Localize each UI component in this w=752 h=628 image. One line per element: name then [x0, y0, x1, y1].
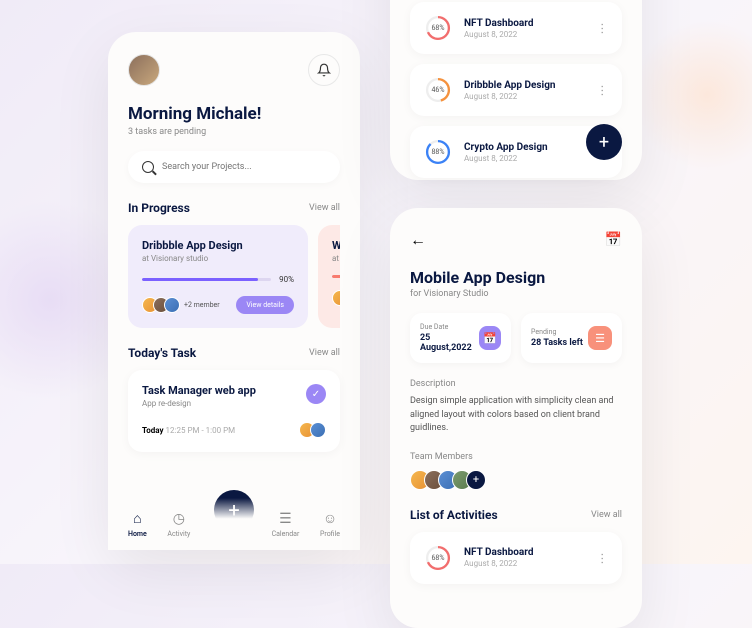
view-details-button[interactable]: View details	[236, 296, 294, 314]
nav-profile[interactable]: ☺Profile	[320, 510, 340, 538]
activity-icon: ◷	[173, 511, 185, 527]
nav-calendar[interactable]: ☰Calendar	[272, 511, 300, 538]
card-subtitle: at RonD	[332, 254, 340, 263]
calendar-icon: 📅	[479, 326, 501, 350]
card-title: Dribbble App Design	[142, 239, 294, 252]
bottom-nav: ⌂Home ◷Activity ☰Calendar ☺Profile	[108, 498, 360, 550]
home-icon: ⌂	[133, 510, 141, 527]
activity-row[interactable]: 68% NFT DashboardAugust 8, 2022 ⋯	[410, 2, 622, 54]
screen-project-detail: ← 📅 Mobile App Design for Visionary Stud…	[390, 208, 642, 628]
card-title: Web A	[332, 239, 340, 252]
task-time: Today 12:25 PM - 1:00 PM	[142, 426, 235, 435]
info-label: Due Date	[420, 323, 479, 331]
progress-ring: 68%	[424, 544, 452, 572]
activity-date: August 8, 2022	[464, 154, 585, 163]
page-title: Mobile App Design	[410, 268, 622, 287]
search-input-wrap[interactable]	[128, 151, 340, 183]
info-value: 25 August,2022	[420, 333, 479, 353]
progress-card[interactable]: Web A at RonD	[318, 225, 340, 328]
back-button[interactable]: ←	[410, 230, 426, 250]
task-card[interactable]: Task Manager web app App re-design ✓ Tod…	[128, 370, 340, 452]
more-icon[interactable]: ⋯	[596, 552, 610, 563]
more-icon[interactable]: ⋯	[596, 85, 610, 96]
greeting: Morning Michale!	[128, 104, 340, 124]
activity-title: Crypto App Design	[464, 142, 585, 153]
activity-title: NFT Dashboard	[464, 547, 585, 558]
calendar-icon: ☰	[279, 511, 292, 527]
activity-title: Dribbble App Design	[464, 80, 585, 91]
section-title: Today's Task	[128, 346, 196, 360]
search-input[interactable]	[162, 162, 326, 172]
add-member-button[interactable]: +	[466, 470, 486, 490]
topbar	[128, 54, 340, 86]
search-icon	[142, 161, 154, 173]
screen-activities-list: 68% NFT DashboardAugust 8, 2022 ⋯ 46% Dr…	[390, 0, 642, 180]
activity-date: August 8, 2022	[464, 30, 585, 39]
members: +2 member	[142, 297, 220, 313]
progress-ring: 88%	[424, 138, 452, 166]
todays-task-header: Today's Task View all	[128, 346, 340, 360]
team-label: Team Members	[410, 452, 622, 462]
view-all-link[interactable]: View all	[591, 510, 622, 520]
pending-card: Pending 28 Tasks left ☰	[521, 313, 622, 363]
activity-row[interactable]: 46% Dribbble App DesignAugust 8, 2022 ⋯	[410, 64, 622, 116]
progress-cards: Dribbble App Design at Visionary studio …	[128, 225, 340, 328]
detail-topbar: ← 📅	[410, 230, 622, 250]
section-title: List of Activities	[410, 508, 498, 522]
more-icon[interactable]: ⋯	[596, 23, 610, 34]
profile-icon: ☺	[323, 510, 337, 527]
nav-home[interactable]: ⌂Home	[128, 510, 147, 538]
view-all-link[interactable]: View all	[309, 348, 340, 358]
notification-button[interactable]	[308, 54, 340, 86]
tasks-icon: ☰	[588, 326, 612, 350]
pending-subtitle: 3 tasks are pending	[128, 127, 340, 137]
member-count: +2 member	[184, 301, 220, 309]
progress-pct: 90%	[279, 275, 294, 284]
nav-activity[interactable]: ◷Activity	[167, 511, 190, 538]
info-label: Pending	[531, 328, 583, 336]
card-subtitle: at Visionary studio	[142, 254, 294, 263]
page-subtitle: for Visionary Studio	[410, 289, 622, 299]
screen-home: Morning Michale! 3 tasks are pending In …	[108, 32, 360, 550]
progress-bar: 90%	[142, 275, 294, 284]
in-progress-header: In Progress View all	[128, 201, 340, 215]
fab-add-button[interactable]: +	[586, 124, 622, 160]
view-all-link[interactable]: View all	[309, 203, 340, 213]
task-checkbox[interactable]: ✓	[306, 384, 326, 404]
progress-ring: 68%	[424, 14, 452, 42]
team-members: +	[410, 470, 622, 490]
description-label: Description	[410, 379, 622, 389]
info-value: 28 Tasks left	[531, 338, 583, 348]
activity-date: August 8, 2022	[464, 92, 585, 101]
avatar[interactable]	[128, 54, 160, 86]
info-cards: Due Date 25 August,2022 📅 Pending 28 Tasks…	[410, 313, 622, 363]
activity-title: NFT Dashboard	[464, 18, 585, 29]
activities-header: List of Activities View all	[410, 508, 622, 522]
member-avatar	[164, 297, 180, 313]
activity-row[interactable]: 68% NFT DashboardAugust 8, 2022 ⋯	[410, 532, 622, 584]
bell-icon	[317, 63, 331, 77]
progress-ring: 46%	[424, 76, 452, 104]
task-title: Task Manager web app	[142, 384, 256, 397]
progress-card[interactable]: Dribbble App Design at Visionary studio …	[128, 225, 308, 328]
description-text: Design simple application with simplicit…	[410, 395, 622, 436]
calendar-icon[interactable]: 📅	[605, 232, 622, 248]
section-title: In Progress	[128, 201, 190, 215]
due-date-card: Due Date 25 August,2022 📅	[410, 313, 511, 363]
task-subtitle: App re-design	[142, 399, 256, 408]
